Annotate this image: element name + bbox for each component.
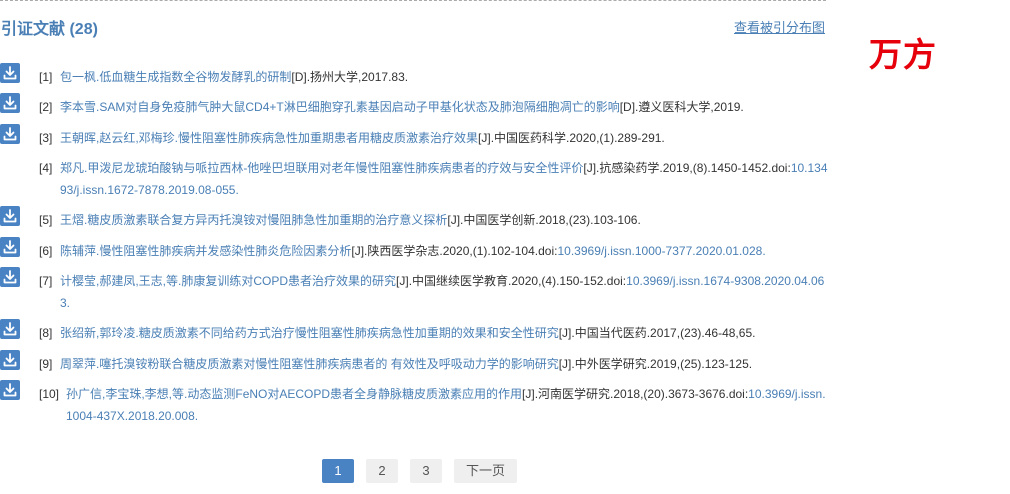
download-icon[interactable] — [0, 267, 20, 287]
download-icon[interactable] — [0, 350, 20, 370]
reference-number: [1] — [39, 70, 53, 84]
page-button-2[interactable]: 2 — [366, 459, 398, 483]
reference-number: [3] — [39, 131, 53, 145]
reference-number: [2] — [39, 100, 53, 114]
next-page-button[interactable]: 下一页 — [454, 459, 517, 483]
reference-number: [9] — [39, 357, 53, 371]
citation-count: (28) — [69, 21, 98, 38]
reference-source: [J].中国继续医学教育.2020,(4).150-152. — [396, 274, 607, 288]
reference-text: 王朝晖,赵云红,邓梅珍.慢性阻塞性肺疾病急性加重期患者用糖皮质激素治疗效果[J]… — [60, 127, 828, 149]
reference-authors-link[interactable]: 郑凡 — [60, 161, 84, 175]
reference-number: [8] — [39, 326, 53, 340]
reference-authors-link[interactable]: 张绍新,郭玲凌 — [60, 326, 135, 340]
reference-source: [J].中国当代医药.2017,(23).46-48,65. — [558, 326, 756, 340]
reference-text: 李本雪.SAM对自身免疫肺气肿大鼠CD4+T淋巴细胞穿孔素基因启动子甲基化状态及… — [60, 96, 828, 118]
reference-source: [J].中外医学研究.2019,(25).123-125. — [558, 357, 753, 371]
doi-prefix: doi: — [771, 161, 791, 175]
reference-title-link[interactable]: SAM对自身免疫肺气肿大鼠CD4+T淋巴细胞穿孔素基因启动子甲基化状态及肺泡隔细… — [99, 100, 619, 114]
top-divider — [0, 0, 826, 1]
reference-title-link[interactable]: 低血糖生成指数全谷物发酵乳的研制 — [99, 70, 291, 84]
reference-text: 郑凡.甲泼尼龙琥珀酸钠与哌拉西林-他唑巴坦联用对老年慢性阻塞性肺疾病患者的疗效与… — [60, 157, 828, 201]
reference-source: [D].扬州大学,2017.83. — [291, 70, 409, 84]
reference-authors-link[interactable]: 李本雪 — [60, 100, 96, 114]
reference-authors-link[interactable]: 计樱莹,郝建凤,王志,等 — [60, 274, 178, 288]
reference-number: [5] — [39, 213, 53, 227]
reference-number: [4] — [39, 161, 53, 175]
reference-title-link[interactable]: 动态监测FeNO对AECOPD患者全身静脉糖皮质激素应用的作用 — [187, 387, 522, 401]
reference-text: 陈辅萍.慢性阻塞性肺疾病并发感染性肺炎危险因素分析[J].陕西医学杂志.2020… — [60, 240, 828, 262]
reference-source: [J].中国医学创新.2018,(23).103-106. — [447, 213, 641, 227]
download-icon[interactable] — [0, 319, 20, 339]
reference-authors-link[interactable]: 周翠萍 — [60, 357, 96, 371]
reference-authors-link[interactable]: 包一枫 — [60, 70, 96, 84]
download-icon[interactable] — [0, 206, 20, 226]
reference-source: [D].遵义医科大学,2019. — [619, 100, 744, 114]
download-icon[interactable] — [0, 237, 20, 257]
reference-title-link[interactable]: 甲泼尼龙琥珀酸钠与哌拉西林-他唑巴坦联用对老年慢性阻塞性肺疾病患者的疗效与安全性… — [87, 161, 583, 175]
reference-text: 周翠萍.噻托溴铵粉联合糖皮质激素对慢性阻塞性肺疾病患者的 有效性及呼吸动力学的影… — [60, 353, 828, 375]
reference-authors-link[interactable]: 王熠 — [60, 213, 84, 227]
reference-number: [10] — [39, 387, 60, 401]
reference-text: 张绍新,郭玲凌.糖皮质激素不同给药方式治疗慢性阻塞性肺疾病急性加重期的效果和安全… — [60, 322, 828, 344]
reference-number: [7] — [39, 274, 53, 288]
view-citation-distribution-link[interactable]: 查看被引分布图 — [734, 17, 825, 36]
download-icon[interactable] — [0, 380, 20, 400]
reference-authors-link[interactable]: 王朝晖,赵云红,邓梅珍 — [60, 131, 175, 145]
reference-authors-link[interactable]: 孙广信,李宝珠,李想,等 — [66, 387, 184, 401]
reference-text: 包一枫.低血糖生成指数全谷物发酵乳的研制[D].扬州大学,2017.83. — [60, 66, 828, 88]
page-button-1[interactable]: 1 — [322, 459, 354, 483]
doi-prefix: doi: — [606, 274, 627, 288]
download-icon[interactable] — [0, 124, 20, 144]
reference-title-link[interactable]: 噻托溴铵粉联合糖皮质激素对慢性阻塞性肺疾病患者的 有效性及呼吸动力学的影响研究 — [99, 357, 558, 371]
reference-title-link[interactable]: 糖皮质激素联合复方异丙托溴铵对慢阻肺急性加重期的治疗意义探析 — [87, 213, 447, 227]
download-icon[interactable] — [0, 63, 20, 83]
reference-title-link[interactable]: 糖皮质激素不同给药方式治疗慢性阻塞性肺疾病急性加重期的效果和安全性研究 — [139, 326, 559, 340]
reference-source: [J].抗感染药学.2019,(8).1450-1452. — [583, 161, 772, 175]
reference-title-link[interactable]: 肺康复训练对COPD患者治疗效果的研究 — [181, 274, 396, 288]
doi-prefix: doi: — [728, 387, 749, 401]
reference-number: [6] — [39, 244, 53, 258]
wanfang-logo: 万方 — [869, 35, 937, 74]
download-icon[interactable] — [0, 93, 20, 113]
page-button-3[interactable]: 3 — [410, 459, 442, 483]
reference-source: [J].中国医药科学.2020,(1).289-291. — [478, 131, 665, 145]
section-title-text: 引证文献 — [1, 21, 66, 38]
reference-title-link[interactable]: 慢性阻塞性肺疾病急性加重期患者用糖皮质激素治疗效果 — [178, 131, 478, 145]
reference-authors-link[interactable]: 陈辅萍 — [60, 244, 96, 258]
reference-text: 计樱莹,郝建凤,王志,等.肺康复训练对COPD患者治疗效果的研究[J].中国继续… — [60, 270, 828, 314]
reference-title-link[interactable]: 慢性阻塞性肺疾病并发感染性肺炎危险因素分析 — [99, 244, 351, 258]
reference-text: 孙广信,李宝珠,李想,等.动态监测FeNO对AECOPD患者全身静脉糖皮质激素应… — [66, 383, 828, 427]
reference-source: [J].陕西医学杂志.2020,(1).102-104. — [351, 244, 539, 258]
doi-prefix: doi: — [538, 244, 558, 258]
reference-doi-link[interactable]: 10.3969/j.issn.1000-7377.2020.01.028. — [557, 244, 765, 258]
section-title: 引证文献 (28) — [1, 15, 98, 39]
reference-source: [J].河南医学研究.2018,(20).3673-3676. — [522, 387, 729, 401]
reference-text: 王熠.糖皮质激素联合复方异丙托溴铵对慢阻肺急性加重期的治疗意义探析[J].中国医… — [60, 209, 828, 231]
